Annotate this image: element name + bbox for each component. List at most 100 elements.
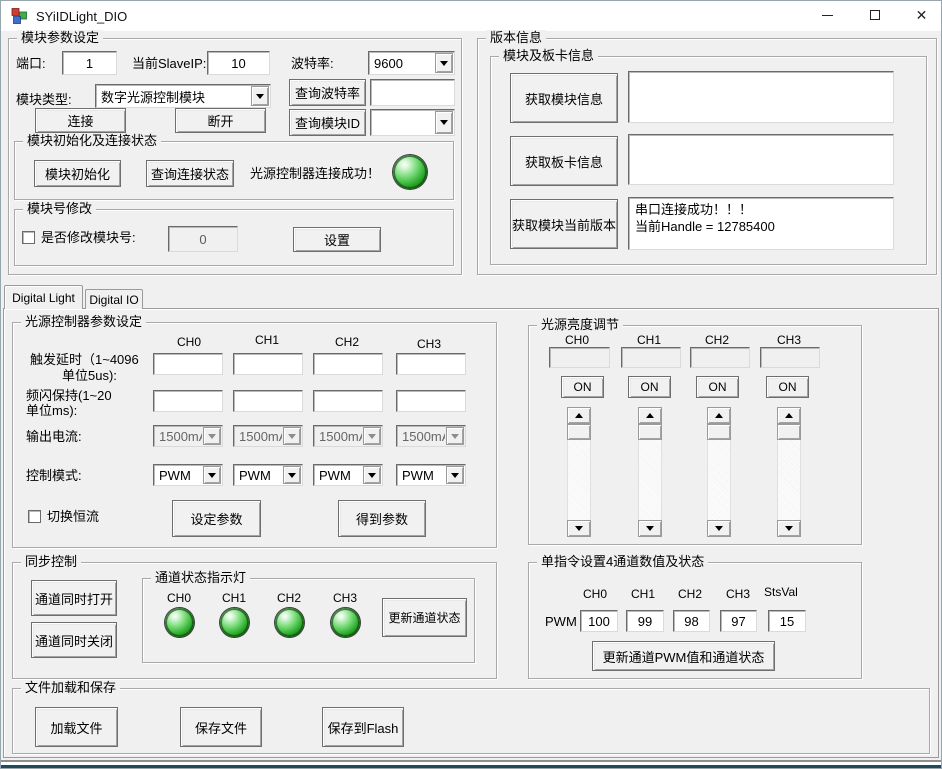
module-no-title: 模块号修改 xyxy=(23,201,96,217)
get-version-button[interactable]: 获取模块当前版本 xyxy=(510,199,618,249)
chevron-down-icon[interactable] xyxy=(435,53,453,73)
maximize-button[interactable] xyxy=(852,0,897,30)
chevron-down-icon[interactable] xyxy=(435,111,453,134)
trigger-delay-ch1-input[interactable] xyxy=(233,353,303,375)
open-all-channels-button[interactable]: 通道同时打开 xyxy=(31,580,117,616)
get-board-info-button[interactable]: 获取板卡信息 xyxy=(510,136,618,186)
chevron-down-icon[interactable] xyxy=(203,466,221,484)
load-file-button[interactable]: 加载文件 xyxy=(35,707,118,747)
brightness-ch1-value[interactable] xyxy=(621,347,681,368)
scroll-thumb[interactable] xyxy=(638,424,662,440)
disconnect-button[interactable]: 断开 xyxy=(175,108,266,133)
slave-ip-input[interactable]: 10 xyxy=(207,51,270,75)
strobe-hold-ch3-input[interactable] xyxy=(396,390,466,412)
pwm-ch0-input[interactable]: 100 xyxy=(580,610,618,632)
module-type-value: 数字光源控制模块 xyxy=(96,85,250,107)
update-pwm-status-button[interactable]: 更新通道PWM值和通道状态 xyxy=(592,641,775,671)
scroll-track[interactable] xyxy=(707,440,731,520)
minimize-button[interactable] xyxy=(805,0,850,30)
brightness-ch0-header: CH0 xyxy=(565,333,589,347)
switch-cc-checkbox[interactable] xyxy=(28,510,41,523)
single-cmd-stsval-header: StsVal xyxy=(764,585,798,599)
chevron-down-icon[interactable] xyxy=(283,466,301,484)
get-module-info-button[interactable]: 获取模块信息 xyxy=(510,73,618,123)
set-module-no-button[interactable]: 设置 xyxy=(293,227,381,252)
strobe-hold-ch2-input[interactable] xyxy=(313,390,383,412)
brightness-ch3-on-button[interactable]: ON xyxy=(766,376,809,398)
brightness-ch0-on-button[interactable]: ON xyxy=(561,376,604,398)
stsval-input[interactable]: 15 xyxy=(768,610,806,632)
module-info-output[interactable] xyxy=(628,71,894,123)
scroll-up-icon[interactable] xyxy=(567,407,591,424)
query-baud-result[interactable] xyxy=(370,79,455,106)
set-params-button[interactable]: 设定参数 xyxy=(172,500,261,537)
module-init-button[interactable]: 模块初始化 xyxy=(34,160,121,187)
control-mode-ch1-select[interactable]: PWM xyxy=(233,464,303,486)
update-channel-status-button[interactable]: 更新通道状态 xyxy=(382,598,467,637)
strobe-hold-ch0-input[interactable] xyxy=(153,390,223,412)
scroll-up-icon[interactable] xyxy=(707,407,731,424)
control-mode-ch2-select[interactable]: PWM xyxy=(313,464,383,486)
trigger-delay-ch3-input[interactable] xyxy=(396,353,466,375)
baud-select[interactable]: 9600 xyxy=(368,51,455,75)
save-to-flash-button[interactable]: 保存到Flash xyxy=(322,707,404,747)
output-current-ch2-select[interactable]: 1500mA xyxy=(313,425,383,447)
save-file-button[interactable]: 保存文件 xyxy=(180,707,262,747)
brightness-ch2-value[interactable] xyxy=(690,347,750,368)
brightness-ch1-on-button[interactable]: ON xyxy=(628,376,671,398)
scroll-up-icon[interactable] xyxy=(638,407,662,424)
trigger-delay-ch2-input[interactable] xyxy=(313,353,383,375)
scroll-track[interactable] xyxy=(567,440,591,520)
scroll-thumb[interactable] xyxy=(707,424,731,440)
board-info-output[interactable] xyxy=(628,134,894,185)
chevron-down-icon[interactable] xyxy=(251,86,269,106)
close-all-channels-button[interactable]: 通道同时关闭 xyxy=(31,622,117,658)
strobe-hold-ch1-input[interactable] xyxy=(233,390,303,412)
tab-digital-light[interactable]: Digital Light xyxy=(4,285,83,309)
pwm-ch3-input[interactable]: 97 xyxy=(720,610,757,632)
scroll-down-icon[interactable] xyxy=(567,520,591,537)
brightness-ch2-slider[interactable] xyxy=(707,407,731,537)
brightness-ch0-slider[interactable] xyxy=(567,407,591,537)
version-output[interactable]: 串口连接成功！！！ 当前Handle = 12785400 xyxy=(628,197,894,250)
brightness-ch1-slider[interactable] xyxy=(638,407,662,537)
scroll-down-icon[interactable] xyxy=(777,520,801,537)
scroll-up-icon[interactable] xyxy=(777,407,801,424)
tab-digital-io[interactable]: Digital IO xyxy=(85,289,143,309)
scroll-track[interactable] xyxy=(638,440,662,520)
port-input[interactable]: 1 xyxy=(62,51,117,75)
control-mode-ch0-select[interactable]: PWM xyxy=(153,464,223,486)
maximize-icon xyxy=(870,10,880,20)
scroll-thumb[interactable] xyxy=(777,424,801,440)
scroll-down-icon[interactable] xyxy=(638,520,662,537)
trigger-delay-ch0-input[interactable] xyxy=(153,353,223,375)
output-current-ch3-select[interactable]: 1500mA xyxy=(396,425,466,447)
scroll-thumb[interactable] xyxy=(567,424,591,440)
query-connection-button[interactable]: 查询连接状态 xyxy=(146,160,234,187)
brightness-ch3-slider[interactable] xyxy=(777,407,801,537)
brightness-ch3-value[interactable] xyxy=(760,347,820,368)
chevron-down-icon[interactable] xyxy=(446,466,464,484)
output-current-ch0-select[interactable]: 1500mA xyxy=(153,425,223,447)
module-no-input[interactable]: 0 xyxy=(168,226,238,252)
module-type-select[interactable]: 数字光源控制模块 xyxy=(95,84,271,108)
module-id-select[interactable] xyxy=(370,109,455,136)
scroll-down-icon[interactable] xyxy=(707,520,731,537)
modify-module-no-checkbox[interactable] xyxy=(22,231,35,244)
chevron-down-icon xyxy=(446,427,464,445)
control-mode-ch3-select[interactable]: PWM xyxy=(396,464,466,486)
control-mode-ch0-value: PWM xyxy=(154,465,202,485)
board-info-title: 模块及板卡信息 xyxy=(499,48,598,64)
pwm-ch1-input[interactable]: 99 xyxy=(626,610,664,632)
get-params-button[interactable]: 得到参数 xyxy=(338,500,426,537)
brightness-ch2-on-button[interactable]: ON xyxy=(696,376,739,398)
output-current-ch1-select[interactable]: 1500mA xyxy=(233,425,303,447)
query-baud-button[interactable]: 查询波特率 xyxy=(289,79,366,106)
query-module-id-button[interactable]: 查询模块ID xyxy=(289,109,366,136)
close-button[interactable]: ✕ xyxy=(899,0,942,30)
scroll-track[interactable] xyxy=(777,440,801,520)
brightness-ch0-value[interactable] xyxy=(549,347,610,368)
chevron-down-icon[interactable] xyxy=(363,466,381,484)
pwm-ch2-input[interactable]: 98 xyxy=(673,610,710,632)
connect-button[interactable]: 连接 xyxy=(35,108,126,133)
